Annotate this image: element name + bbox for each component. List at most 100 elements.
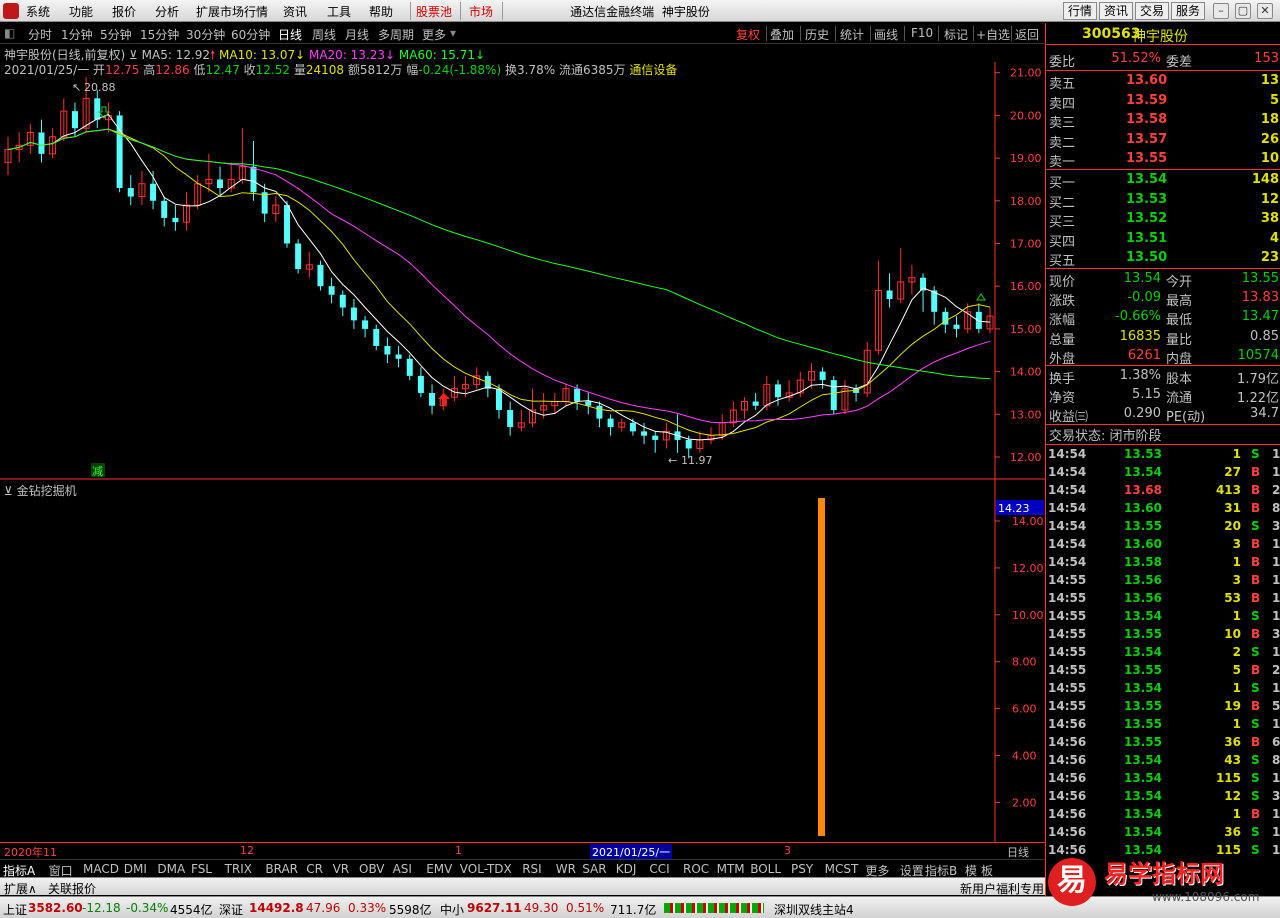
- candle-body: [886, 290, 893, 300]
- order-book-row[interactable]: 买三 13.52 38: [1046, 210, 1280, 230]
- order-book-row[interactable]: 买五 13.50 23: [1046, 249, 1280, 269]
- ma60-label: MA60: 15.71: [398, 48, 475, 62]
- menu-stock-pool[interactable]: 股票池: [416, 3, 452, 20]
- candle-body: [953, 324, 960, 329]
- indicator-tab-21[interactable]: BOLL: [750, 862, 781, 876]
- indicator-tab-3[interactable]: DMI: [124, 862, 147, 876]
- indicator-tab-13[interactable]: VOL-TDX: [460, 862, 512, 876]
- indicator-tab-9[interactable]: VR: [333, 862, 350, 876]
- mark-button[interactable]: 标记: [944, 26, 968, 43]
- indicator-tab-14[interactable]: RSI: [522, 862, 542, 876]
- indicator-tab-5[interactable]: FSL: [191, 862, 212, 876]
- indicator-tab-20[interactable]: MTM: [717, 862, 745, 876]
- order-book-row[interactable]: 卖一 13.55 10: [1046, 150, 1280, 170]
- stats-button[interactable]: 统计: [840, 26, 864, 43]
- expand-button[interactable]: 扩展∧: [4, 880, 37, 897]
- indicator-tab-15[interactable]: WR: [556, 862, 576, 876]
- candle-body: [250, 166, 257, 193]
- period-tick[interactable]: 分时: [28, 26, 52, 43]
- menu-tools[interactable]: 工具: [327, 3, 351, 20]
- close-icon[interactable]: ✕: [1257, 3, 1273, 19]
- indicator-tab-4[interactable]: DMA: [157, 862, 185, 876]
- menu-function[interactable]: 功能: [69, 3, 93, 20]
- related-quote-button[interactable]: 关联报价: [48, 880, 96, 897]
- period-monthly[interactable]: 月线: [345, 26, 369, 43]
- candle-body: [295, 243, 302, 270]
- indicator-tab-11[interactable]: ASI: [393, 862, 412, 876]
- minimize-icon[interactable]: –: [1213, 3, 1229, 19]
- back-button[interactable]: 返回: [1015, 26, 1039, 43]
- brand-name: 易学指标网: [1104, 860, 1224, 888]
- menu-ext-market[interactable]: 扩展市场行情: [196, 3, 268, 20]
- chevron-down-icon[interactable]: ▾: [450, 26, 456, 40]
- draw-button[interactable]: 画线: [874, 26, 898, 43]
- candlestick-chart[interactable]: 21.00 20.00 19.00 18.00 17.00 16.00 15.00 14.00…: [0, 62, 1045, 480]
- news-button[interactable]: 资讯: [1099, 2, 1134, 20]
- menu-info[interactable]: 资讯: [283, 3, 307, 20]
- tick-row: 14:56 13.54 1 B 1: [1048, 807, 1280, 821]
- tick-row: 14:5513.5653B15: [1048, 591, 1280, 605]
- menu-quote[interactable]: 报价: [112, 3, 136, 20]
- tick-row: 14:56 13.54 12 S 3: [1048, 789, 1280, 803]
- order-book-row[interactable]: 买一 13.54 148: [1046, 171, 1280, 191]
- period-5min[interactable]: 5分钟: [100, 26, 132, 43]
- overlay-button[interactable]: 叠加: [770, 26, 794, 43]
- period-15min[interactable]: 15分钟: [140, 26, 179, 43]
- indicator-tab-18[interactable]: CCI: [649, 862, 669, 876]
- add-watchlist-button[interactable]: +自选: [976, 26, 1010, 43]
- panel-toggle-icon[interactable]: ◧: [4, 26, 15, 40]
- indicator-title[interactable]: ⊻ 金钻挖掘机: [4, 482, 77, 499]
- app-logo-icon[interactable]: [3, 3, 19, 19]
- f10-button[interactable]: F10: [911, 26, 933, 40]
- indicator-tab-19[interactable]: ROC: [683, 862, 709, 876]
- order-book-row[interactable]: 买二 13.53 12: [1046, 191, 1280, 211]
- order-book-row[interactable]: 卖四 13.59 5: [1046, 92, 1280, 112]
- period-1min[interactable]: 1分钟: [61, 26, 93, 43]
- order-book-row[interactable]: 卖五 13.60 13: [1046, 72, 1280, 92]
- ma5-label: MA5: 12.92: [141, 48, 211, 62]
- period-more[interactable]: 更多: [422, 26, 446, 43]
- service-button[interactable]: 服务: [1171, 2, 1206, 20]
- menu-system[interactable]: 系统: [26, 3, 50, 20]
- candle-body: [752, 401, 759, 406]
- maximize-icon[interactable]: ▢: [1235, 3, 1251, 19]
- order-book-row[interactable]: 卖二 13.57 26: [1046, 131, 1280, 151]
- indicator-tab-16[interactable]: SAR: [582, 862, 606, 876]
- menu-bar: 系统 功能 报价 分析 扩展市场行情 资讯 工具 帮助 股票池 市场 通达信金融…: [0, 0, 1280, 22]
- indicator-tab-2[interactable]: MACD: [83, 862, 119, 876]
- menu-market[interactable]: 市场: [469, 3, 493, 20]
- order-book-row[interactable]: 买四 13.51 4: [1046, 230, 1280, 250]
- indicator-tab-23[interactable]: MCST: [825, 862, 859, 876]
- indicator-chart[interactable]: 14.00 12.00 10.00 8.00 6.00 4.00 2.00 14.23: [0, 480, 1045, 842]
- menu-help[interactable]: 帮助: [369, 3, 393, 20]
- indicator-tick-label: 2.00: [1012, 796, 1037, 809]
- indicator-tab-17[interactable]: KDJ: [616, 862, 637, 876]
- order-book-row[interactable]: 卖三 13.58 18: [1046, 111, 1280, 131]
- period-weekly[interactable]: 周线: [312, 26, 336, 43]
- quote-row: 总量 16835 量比 0.85: [1049, 328, 1279, 348]
- indicator-tab-7[interactable]: BRAR: [265, 862, 298, 876]
- indicator-tab-12[interactable]: EMV: [426, 862, 452, 876]
- period-30min[interactable]: 30分钟: [186, 26, 225, 43]
- dropdown-icon[interactable]: ⊻: [129, 48, 138, 62]
- history-button[interactable]: 历史: [805, 26, 829, 43]
- quote-button[interactable]: 行情: [1063, 2, 1098, 20]
- indicator-tab-8[interactable]: CR: [306, 862, 323, 876]
- candle-body: [830, 380, 837, 411]
- dropdown-icon[interactable]: ⊻: [4, 484, 13, 498]
- candle-body: [629, 422, 636, 432]
- period-60min[interactable]: 60分钟: [231, 26, 270, 43]
- indicator-tab-22[interactable]: PSY: [791, 862, 813, 876]
- menu-analysis[interactable]: 分析: [155, 3, 179, 20]
- period-multi[interactable]: 多周期: [378, 26, 414, 43]
- adjust-button[interactable]: 复权: [736, 26, 760, 43]
- indicator-tab-10[interactable]: OBV: [359, 862, 385, 876]
- period-daily[interactable]: 日线: [278, 26, 302, 43]
- trade-button[interactable]: 交易: [1135, 2, 1170, 20]
- indicator-tab-6[interactable]: TRIX: [225, 862, 252, 876]
- candle-body: [607, 418, 614, 428]
- candle-body: [384, 345, 391, 355]
- period-toolbar: ◧ 分时 1分钟 5分钟 15分钟 30分钟 60分钟 日线 周线 月线 多周期…: [0, 23, 1045, 44]
- new-user-link[interactable]: 新用户福利专用: [960, 880, 1044, 897]
- brand-watermark: 易 易学指标网 www.108096.com: [1040, 848, 1280, 916]
